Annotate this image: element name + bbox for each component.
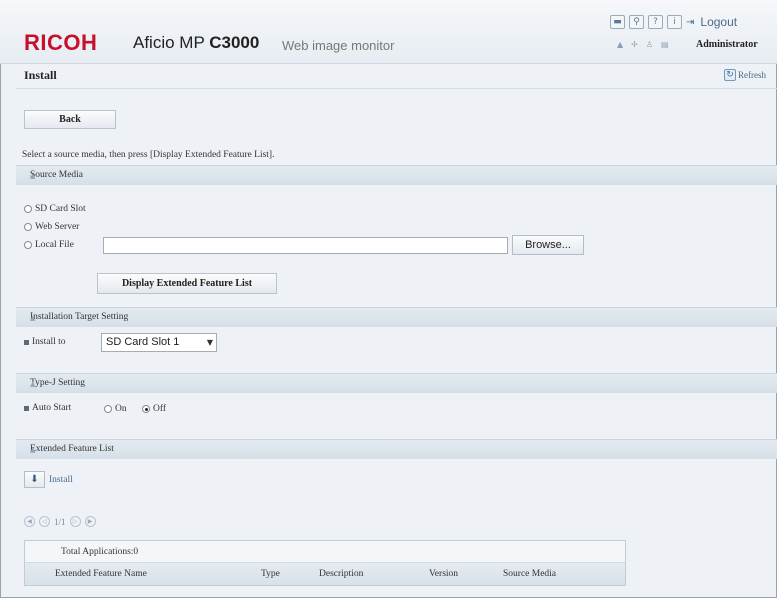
browser-frame xyxy=(0,0,777,598)
radio-label: SD Card Slot xyxy=(35,204,86,214)
local-file-input[interactable] xyxy=(103,237,508,254)
radio-button[interactable] xyxy=(24,241,32,249)
radio-auto-start-off[interactable]: Off xyxy=(142,404,166,414)
radio-local-file[interactable]: Local File xyxy=(24,240,74,250)
info-icon[interactable]: i xyxy=(667,15,682,29)
status-icons: ▲ ✢ ♙ ▤ xyxy=(617,40,669,49)
radio-label: On xyxy=(115,404,127,414)
header-toolbar: ▬ ⚲ ? i ⇥ Logout xyxy=(610,15,737,29)
radio-button[interactable] xyxy=(142,405,150,413)
column-header-name: Extended Feature Name xyxy=(55,569,147,579)
network-icon: ✢ xyxy=(631,40,638,49)
printer-status-icon: ▲ xyxy=(617,40,624,49)
column-header-version: Version xyxy=(429,569,459,579)
chevron-down-icon: ▼ xyxy=(206,338,213,347)
radio-label: Off xyxy=(153,404,167,414)
help-icon[interactable]: ? xyxy=(648,15,663,29)
collapse-icon[interactable]: ▲ xyxy=(30,446,767,454)
column-header-type: Type xyxy=(261,569,280,579)
auto-start-label: Auto Start xyxy=(24,403,71,413)
select-value: SD Card Slot 1 xyxy=(106,336,180,348)
collapse-icon[interactable]: ▲ xyxy=(30,172,767,180)
back-button[interactable]: Back xyxy=(24,110,116,129)
section-type-j: Type-J Setting ▲ xyxy=(16,373,777,393)
next-page-icon[interactable]: ▷ xyxy=(69,516,81,527)
refresh-label: Refresh xyxy=(738,70,766,80)
refresh-button[interactable]: ↻ Refresh xyxy=(724,69,766,81)
refresh-icon: ↻ xyxy=(724,69,736,81)
divider xyxy=(16,88,777,89)
radio-button[interactable] xyxy=(104,405,112,413)
radio-web-server[interactable]: Web Server xyxy=(24,222,79,232)
document-icon: ▤ xyxy=(661,40,669,49)
logout-link[interactable]: Logout xyxy=(700,15,737,29)
collapse-icon[interactable]: ▲ xyxy=(30,314,767,322)
search-icon[interactable]: ⚲ xyxy=(629,15,644,29)
table-header-row: Extended Feature Name Type Description V… xyxy=(25,563,625,585)
field-label: Install to xyxy=(32,337,66,347)
section-installation-target: Installation Target Setting ▲ xyxy=(16,307,777,327)
radio-sd-card-slot[interactable]: SD Card Slot xyxy=(24,204,86,214)
instruction-text: Select a source media, then press [Displ… xyxy=(22,150,275,160)
install-to-label: Install to xyxy=(24,337,66,347)
browse-button[interactable]: Browse... xyxy=(512,235,584,255)
install-icon[interactable]: ⬇ xyxy=(24,471,45,488)
radio-button[interactable] xyxy=(24,223,32,231)
bullet-icon xyxy=(24,339,29,345)
install-link[interactable]: Install xyxy=(49,475,73,485)
model-name: Aficio MP C3000 xyxy=(133,33,260,52)
table-summary-row: Total Applications:0 xyxy=(25,541,625,563)
header-bar: RICOH Aficio MP C3000 Web image monitor … xyxy=(0,0,777,64)
radio-label: Local File xyxy=(35,240,74,250)
page-title: Install xyxy=(24,68,57,82)
user-name: Administrator xyxy=(696,39,758,50)
total-applications: Total Applications:0 xyxy=(61,547,139,557)
user-icon: ♙ xyxy=(645,40,654,49)
bullet-icon xyxy=(24,405,29,411)
first-page-icon[interactable]: ◀ xyxy=(24,516,35,527)
radio-auto-start-on[interactable]: On xyxy=(104,404,127,414)
keyboard-icon[interactable]: ▬ xyxy=(610,15,625,29)
install-to-select[interactable]: SD Card Slot 1 ▼ xyxy=(101,333,217,352)
app-subtitle: Web image monitor xyxy=(282,38,395,53)
pagination: ◀ ◁ 1/1 ▷ ▶ xyxy=(24,516,96,527)
column-header-description: Description xyxy=(319,569,364,579)
collapse-icon[interactable]: ▲ xyxy=(30,380,767,388)
last-page-icon[interactable]: ▶ xyxy=(84,516,96,527)
radio-button[interactable] xyxy=(24,205,32,213)
display-extended-feature-list-button[interactable]: Display Extended Feature List xyxy=(97,273,277,294)
field-label: Auto Start xyxy=(32,403,72,413)
radio-label: Web Server xyxy=(35,222,80,232)
feature-table: Total Applications:0 Extended Feature Na… xyxy=(24,540,626,586)
logout-icon[interactable]: ⇥ xyxy=(686,17,694,28)
section-source-media: Source Media ▲ xyxy=(16,165,777,185)
page-indicator: 1/1 xyxy=(54,516,66,527)
brand-logo: RICOH xyxy=(24,30,98,55)
section-extended-feature-list: Extended Feature List ▲ xyxy=(16,439,777,459)
column-header-source-media: Source Media xyxy=(503,569,557,579)
prev-page-icon[interactable]: ◁ xyxy=(39,516,50,527)
